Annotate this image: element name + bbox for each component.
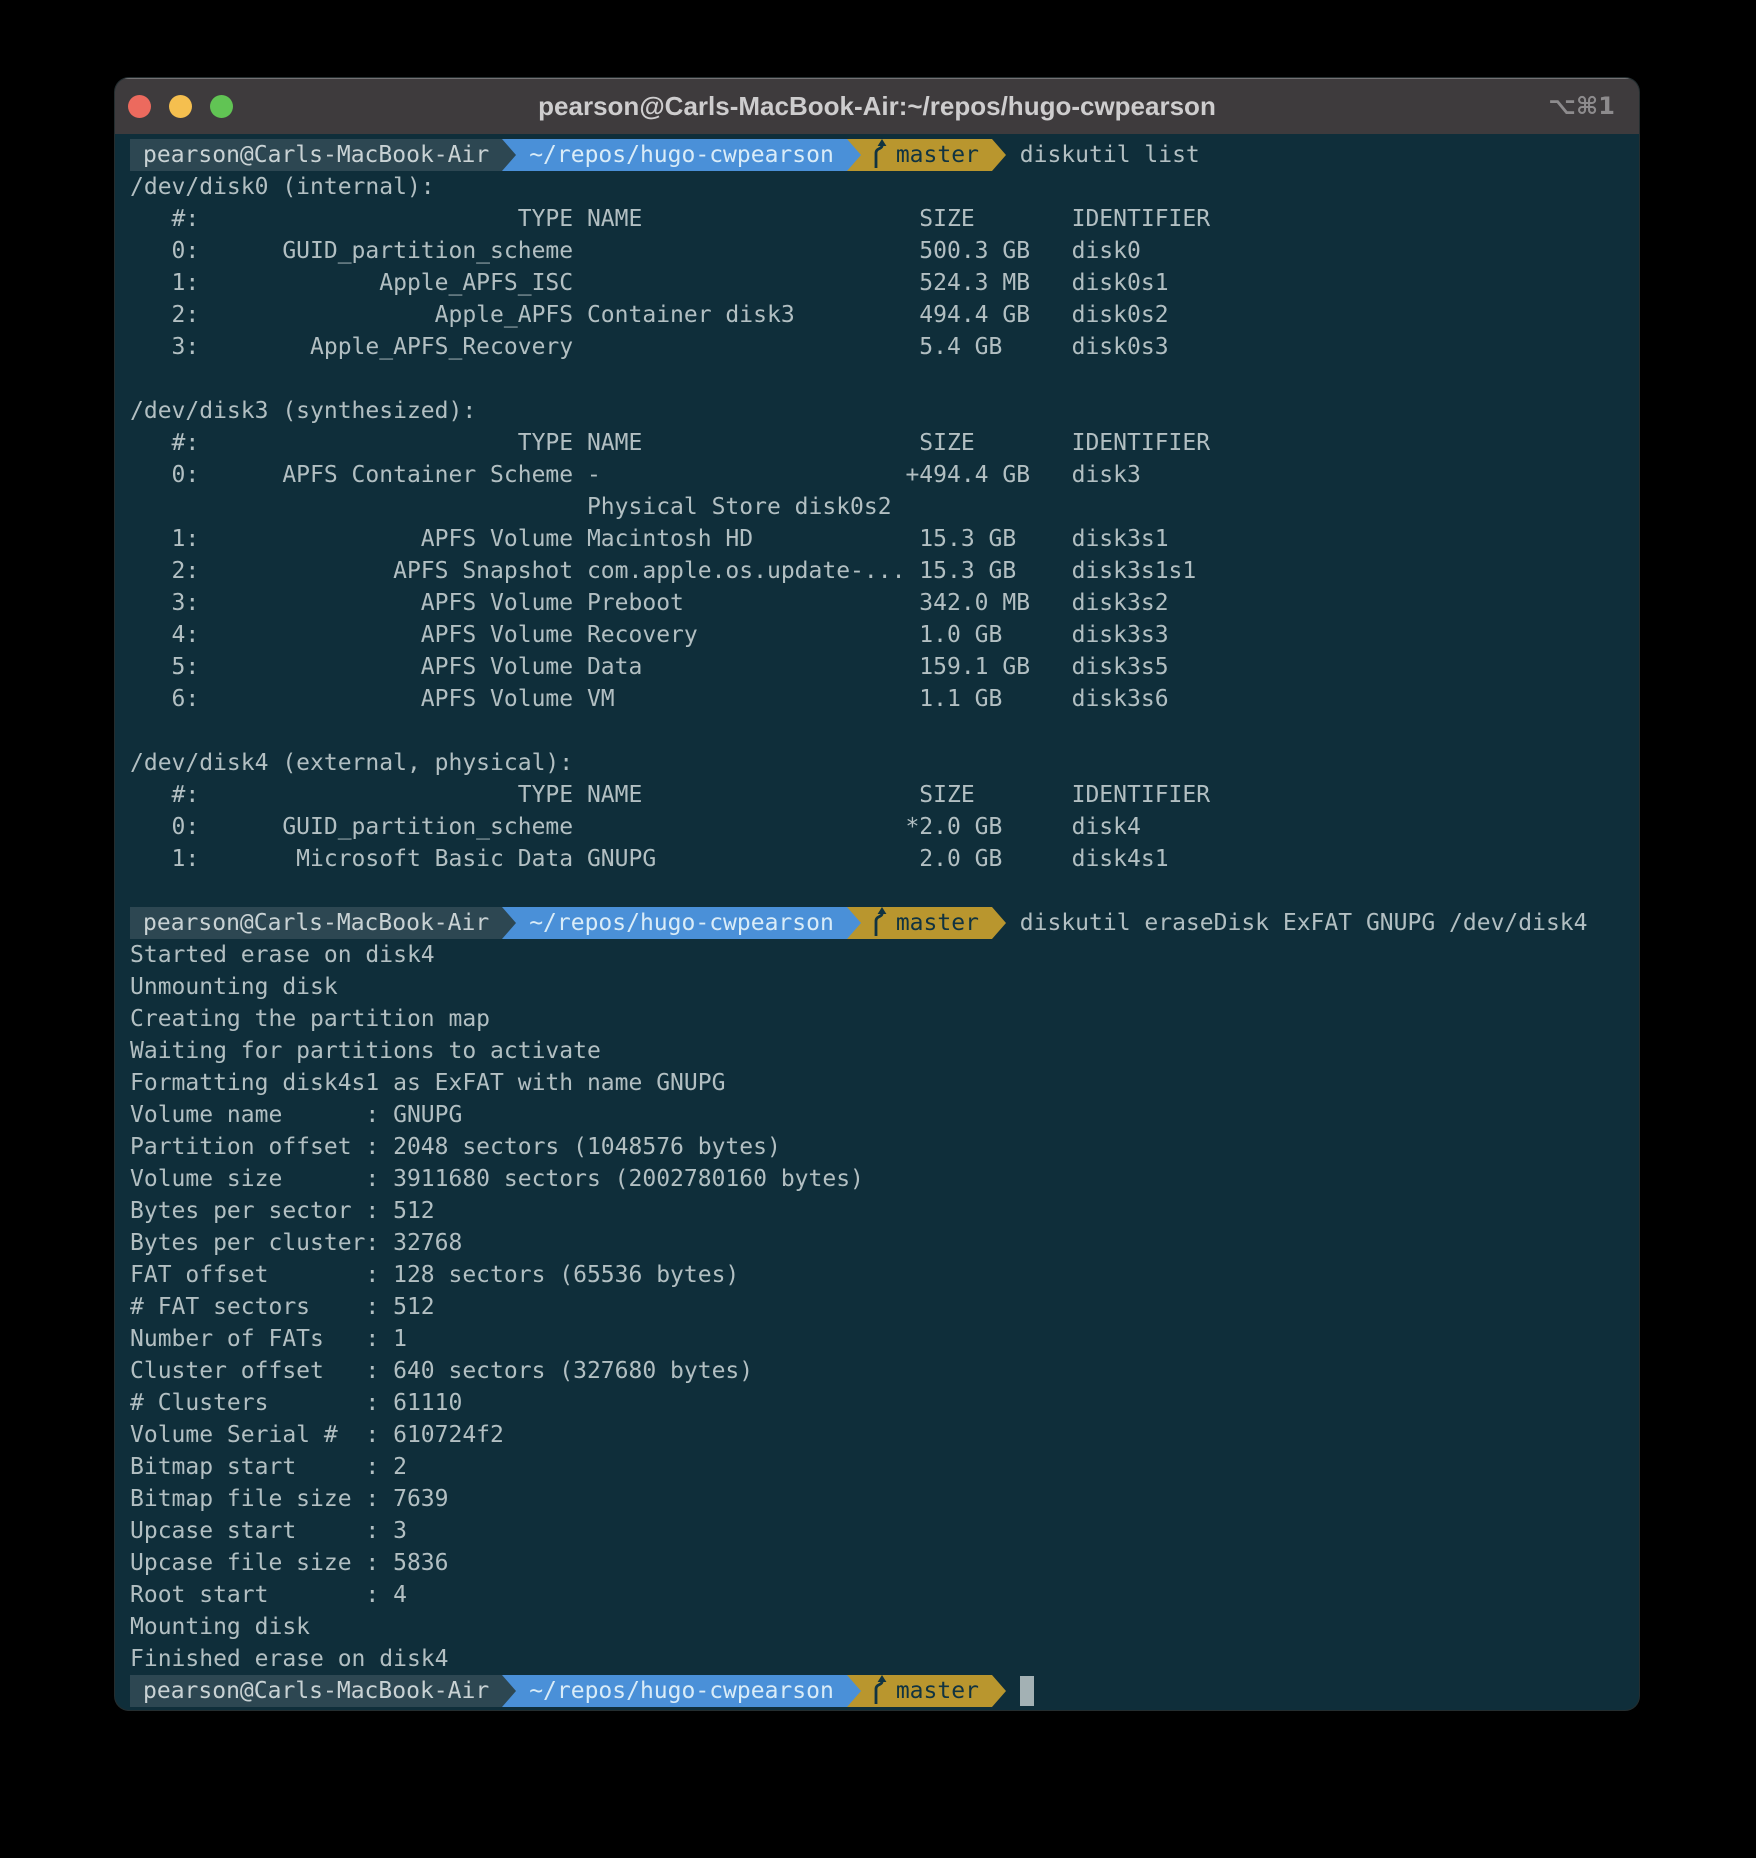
command-text: diskutil eraseDisk ExFAT GNUPG /dev/disk…	[1006, 910, 1588, 936]
terminal-line: Partition offset : 2048 sectors (1048576…	[130, 1131, 1624, 1163]
terminal-line: 1: Apple_APFS_ISC 524.3 MB disk0s1	[130, 267, 1624, 299]
terminal-line: Volume Serial # : 610724f2	[130, 1419, 1624, 1451]
powerline-arrow-icon	[847, 907, 861, 939]
terminal-line: #: TYPE NAME SIZE IDENTIFIER	[130, 427, 1624, 459]
traffic-lights	[128, 78, 233, 134]
terminal-line: Number of FATs : 1	[130, 1323, 1624, 1355]
terminal-line: /dev/disk0 (internal):	[130, 171, 1624, 203]
terminal-line: 2: Apple_APFS Container disk3 494.4 GB d…	[130, 299, 1624, 331]
terminal-line	[130, 363, 1624, 395]
terminal-cursor[interactable]	[1020, 1676, 1034, 1706]
branch-name: master	[896, 1678, 979, 1704]
powerline-arrow-icon	[502, 907, 516, 939]
terminal-line: 3: APFS Volume Preboot 342.0 MB disk3s2	[130, 587, 1624, 619]
terminal-window: pearson@Carls-MacBook-Air:~/repos/hugo-c…	[115, 78, 1639, 1710]
terminal-line: 4: APFS Volume Recovery 1.0 GB disk3s3	[130, 619, 1624, 651]
window-hotkey-badge: ⌥⌘1	[1548, 78, 1615, 134]
terminal-line: Bytes per cluster: 32768	[130, 1227, 1624, 1259]
terminal-line: # FAT sectors : 512	[130, 1291, 1624, 1323]
powerline-arrow-icon	[847, 1675, 861, 1707]
prompt-line: pearson@Carls-MacBook-Air ~/repos/hugo-cw…	[130, 139, 1624, 171]
terminal-line: Bytes per sector : 512	[130, 1195, 1624, 1227]
terminal-line: 1: Microsoft Basic Data GNUPG 2.0 GB dis…	[130, 843, 1624, 875]
terminal-line: Bitmap file size : 7639	[130, 1483, 1624, 1515]
prompt-line: pearson@Carls-MacBook-Air ~/repos/hugo-cw…	[130, 1675, 1624, 1707]
prompt-directory: ~/repos/hugo-cwpearson	[516, 139, 847, 171]
terminal-line: 6: APFS Volume VM 1.1 GB disk3s6	[130, 683, 1624, 715]
terminal-line: Bitmap start : 2	[130, 1451, 1624, 1483]
terminal-line: Mounting disk	[130, 1611, 1624, 1643]
powerline-arrow-icon	[992, 1675, 1006, 1707]
terminal-line: Started erase on disk4	[130, 939, 1624, 971]
git-branch-icon	[870, 907, 889, 936]
powerline-arrow-icon	[992, 907, 1006, 939]
terminal-line: 2: APFS Snapshot com.apple.os.update-...…	[130, 555, 1624, 587]
terminal-line: 0: GUID_partition_scheme *2.0 GB disk4	[130, 811, 1624, 843]
terminal-line: Creating the partition map	[130, 1003, 1624, 1035]
terminal-line: Volume size : 3911680 sectors (200278016…	[130, 1163, 1624, 1195]
minimize-button[interactable]	[169, 95, 192, 118]
prompt-line: pearson@Carls-MacBook-Air ~/repos/hugo-cw…	[130, 907, 1624, 939]
powerline-arrow-icon	[992, 139, 1006, 171]
terminal-line: Root start : 4	[130, 1579, 1624, 1611]
terminal-line	[130, 875, 1624, 907]
powerline-arrow-icon	[502, 139, 516, 171]
terminal-line: Unmounting disk	[130, 971, 1624, 1003]
branch-name: master	[896, 142, 979, 168]
terminal-line: 0: GUID_partition_scheme 500.3 GB disk0	[130, 235, 1624, 267]
terminal-line: Physical Store disk0s2	[130, 491, 1624, 523]
terminal-line: Finished erase on disk4	[130, 1643, 1624, 1675]
terminal-line: /dev/disk4 (external, physical):	[130, 747, 1624, 779]
terminal-line: Upcase file size : 5836	[130, 1547, 1624, 1579]
prompt-directory: ~/repos/hugo-cwpearson	[516, 1675, 847, 1707]
terminal-line: Volume name : GNUPG	[130, 1099, 1624, 1131]
terminal-line: Formatting disk4s1 as ExFAT with name GN…	[130, 1067, 1624, 1099]
terminal-line: 0: APFS Container Scheme - +494.4 GB dis…	[130, 459, 1624, 491]
close-button[interactable]	[128, 95, 151, 118]
terminal-line: Upcase start : 3	[130, 1515, 1624, 1547]
titlebar[interactable]: pearson@Carls-MacBook-Air:~/repos/hugo-c…	[115, 78, 1639, 134]
command-text: diskutil list	[1006, 142, 1200, 168]
powerline-arrow-icon	[847, 139, 861, 171]
terminal-line: /dev/disk3 (synthesized):	[130, 395, 1624, 427]
terminal-line: 1: APFS Volume Macintosh HD 15.3 GB disk…	[130, 523, 1624, 555]
window-title: pearson@Carls-MacBook-Air:~/repos/hugo-c…	[115, 78, 1639, 134]
prompt-git-branch: master	[861, 907, 992, 939]
terminal-line: #: TYPE NAME SIZE IDENTIFIER	[130, 203, 1624, 235]
prompt-directory: ~/repos/hugo-cwpearson	[516, 907, 847, 939]
terminal-line: 5: APFS Volume Data 159.1 GB disk3s5	[130, 651, 1624, 683]
powerline-arrow-icon	[502, 1675, 516, 1707]
prompt-user-host: pearson@Carls-MacBook-Air	[130, 907, 502, 939]
git-branch-icon	[870, 1675, 889, 1704]
terminal-content[interactable]: pearson@Carls-MacBook-Air ~/repos/hugo-cw…	[115, 134, 1639, 1710]
prompt-git-branch: master	[861, 139, 992, 171]
prompt-user-host: pearson@Carls-MacBook-Air	[130, 139, 502, 171]
git-branch-icon	[870, 139, 889, 168]
terminal-line: #: TYPE NAME SIZE IDENTIFIER	[130, 779, 1624, 811]
terminal-line: Waiting for partitions to activate	[130, 1035, 1624, 1067]
prompt-git-branch: master	[861, 1675, 992, 1707]
terminal-line	[130, 715, 1624, 747]
branch-name: master	[896, 910, 979, 936]
terminal-line: Cluster offset : 640 sectors (327680 byt…	[130, 1355, 1624, 1387]
zoom-button[interactable]	[210, 95, 233, 118]
prompt-user-host: pearson@Carls-MacBook-Air	[130, 1675, 502, 1707]
terminal-line: 3: Apple_APFS_Recovery 5.4 GB disk0s3	[130, 331, 1624, 363]
terminal-line: # Clusters : 61110	[130, 1387, 1624, 1419]
terminal-line: FAT offset : 128 sectors (65536 bytes)	[130, 1259, 1624, 1291]
